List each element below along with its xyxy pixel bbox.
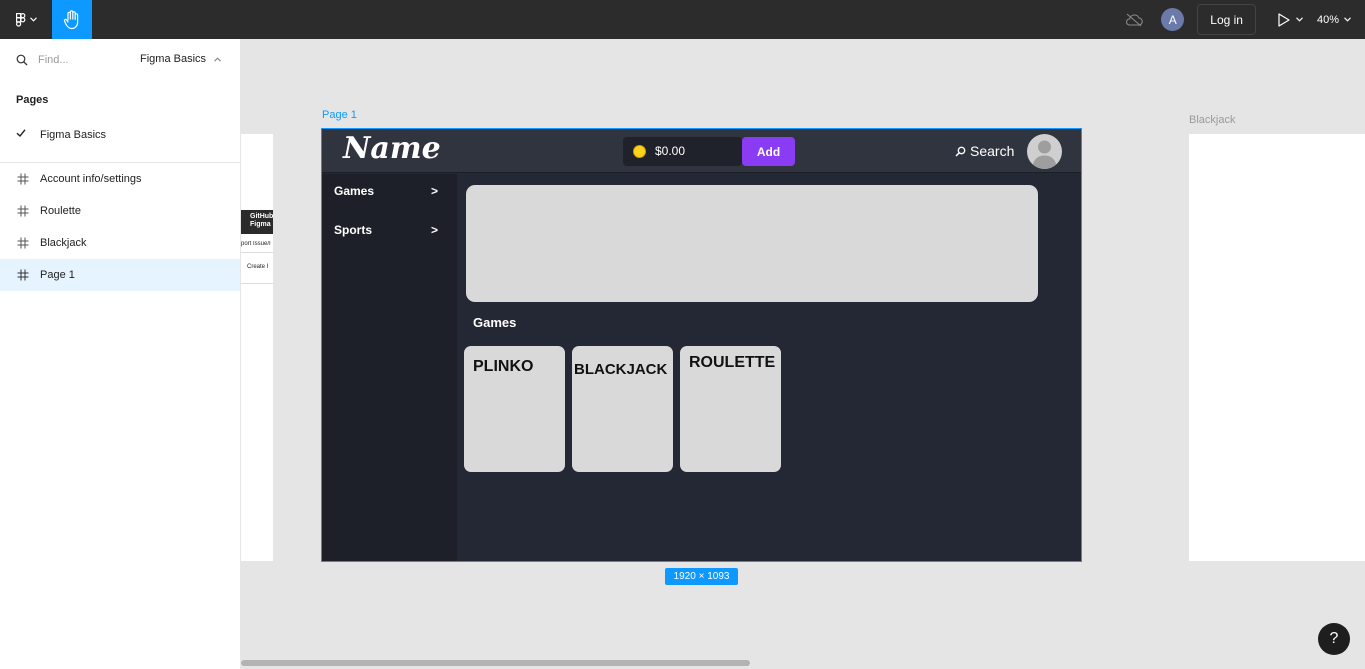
left-sidebar: Find... Figma Basics Pages Figma Basics … [0,39,241,669]
layer-label: Roulette [40,205,81,217]
chevron-down-icon [29,17,37,22]
user-avatar[interactable]: A [1161,8,1185,31]
nav-item-sports[interactable]: Sports > [334,223,438,237]
nav-item-label: Games [334,184,375,198]
user-silhouette-icon [1032,140,1057,169]
game-card-title: ROULETTE [689,354,776,371]
zoom-dropdown[interactable]: 40% [1317,14,1351,26]
present-button[interactable] [1278,12,1303,27]
nav-item-arrow: > [430,184,438,198]
search-icon [16,54,28,65]
canvas-frame-blackjack[interactable] [1189,134,1365,561]
game-card-title: BLACKJACK [574,361,668,378]
balance-amount: $0.00 [655,144,686,158]
file-name: Figma Basics [140,53,207,65]
frame-label-blackjack[interactable]: Blackjack [1189,114,1235,126]
frame-dimensions-badge: 1920 × 1093 [665,568,738,585]
horizontal-scrollbar[interactable] [241,660,750,666]
nav-item-arrow: > [430,223,438,237]
frame-icon [17,173,29,185]
layer-label: Blackjack [40,237,87,249]
play-icon [1278,12,1290,27]
game-card-blackjack[interactable]: BLACKJACK [572,346,673,472]
partial-frame-text: GitHub [250,213,273,220]
layer-search[interactable]: Find... Figma Basics [0,39,240,80]
coin-icon [633,145,646,158]
pages-heading: Pages [16,94,49,106]
design-search[interactable]: Search [955,143,1014,159]
game-card-roulette[interactable]: ROULETTE [680,346,781,472]
partial-frame-text: Figma [250,221,271,228]
main-menu-button[interactable] [0,0,52,39]
nav-item-games[interactable]: Games > [334,184,438,198]
design-frame-page-1[interactable]: Name $0.00 Add Search Games > Sports > G… [321,128,1082,562]
partial-frame-line: Create I [247,264,269,270]
partial-frame-banner: GitHub Figma [241,210,273,234]
chevron-up-icon [214,56,221,62]
search-placeholder: Find... [38,53,69,66]
figma-logo-icon [15,12,25,27]
toolbar-right-group: A Log in 40% [1125,0,1365,39]
file-name-dropdown[interactable]: Figma Basics [140,53,221,65]
frame-icon [17,205,29,217]
layer-item-blackjack[interactable]: Blackjack [0,227,240,259]
games-heading: Games [473,315,517,330]
game-card-plinko[interactable]: PLINKO [464,346,565,472]
game-card-title: PLINKO [473,358,534,375]
check-icon [16,129,26,138]
wallet-balance: $0.00 [623,137,742,166]
page-item-label: Figma Basics [40,129,107,141]
nav-item-label: Sports [334,223,373,237]
partial-frame-line: port Issue/I [241,241,273,253]
frame-icon [17,269,29,281]
cloud-off-icon [1126,13,1144,26]
search-icon [955,146,966,157]
frame-label-page-1[interactable]: Page 1 [322,109,357,121]
page-item-figma-basics[interactable]: Figma Basics [0,119,240,151]
hand-icon [63,9,79,29]
layer-item-page-1[interactable]: Page 1 [0,259,240,291]
frame-icon [17,237,29,249]
canvas-frame-partial-left[interactable]: GitHub Figma port Issue/I Create I [241,134,273,561]
layer-item-account-settings[interactable]: Account info/settings [0,163,240,195]
search-label: Search [970,143,1015,159]
promo-banner-placeholder [466,185,1038,302]
partial-frame-divider [241,272,273,284]
chevron-down-icon [1344,17,1351,22]
top-toolbar: A Log in 40% [0,0,1365,39]
design-header: Name $0.00 Add Search [322,129,1081,173]
zoom-level: 40% [1316,13,1339,26]
design-side-nav: Games > Sports > [322,174,457,561]
login-button[interactable]: Log in [1197,4,1256,35]
layer-item-roulette[interactable]: Roulette [0,195,240,227]
help-button[interactable]: ? [1318,623,1350,655]
hand-tool-button[interactable] [52,0,92,39]
profile-avatar[interactable] [1027,134,1062,169]
add-funds-button[interactable]: Add [742,137,795,166]
layer-label: Account info/settings [40,173,142,185]
layer-label: Page 1 [40,269,75,281]
brand-logo: Name [343,131,441,166]
chevron-down-icon [1296,17,1303,22]
